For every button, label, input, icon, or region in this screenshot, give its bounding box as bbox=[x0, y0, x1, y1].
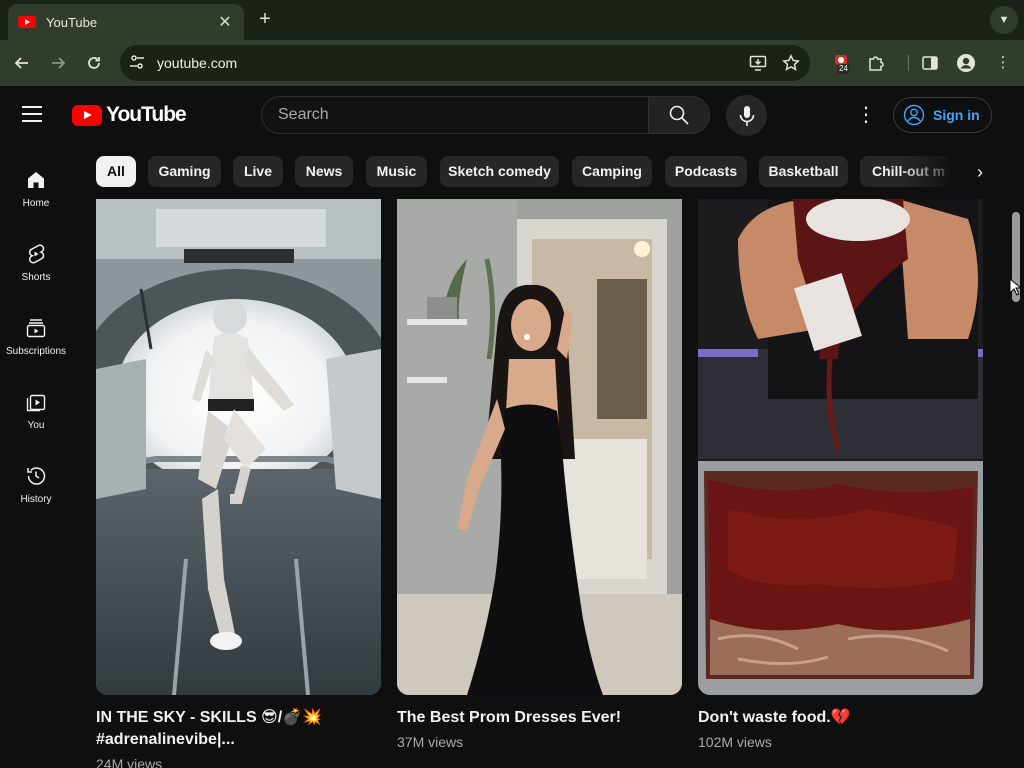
search-icon bbox=[669, 105, 689, 125]
sidebar-item-shorts[interactable]: Shorts bbox=[0, 234, 72, 298]
account-circle-icon bbox=[903, 104, 925, 126]
sidebar-item-home[interactable]: Home bbox=[0, 160, 72, 224]
back-arrow-icon[interactable] bbox=[8, 49, 36, 77]
short-views-2: 37M views bbox=[397, 734, 464, 750]
short-title-line: #adrenalinevibe|... bbox=[96, 731, 235, 748]
chip-music[interactable]: Music bbox=[366, 156, 427, 187]
youtube-logo[interactable]: YouTube bbox=[72, 103, 187, 126]
shorts-icon bbox=[28, 244, 45, 264]
you-icon bbox=[26, 394, 46, 412]
subscriptions-icon bbox=[26, 319, 46, 338]
short-thumbnail-1[interactable] bbox=[96, 199, 381, 695]
short-title-line: The Best Prom Dresses Ever! bbox=[397, 709, 622, 726]
search-input[interactable]: Search bbox=[261, 96, 649, 134]
chip-live[interactable]: Live bbox=[233, 156, 283, 187]
chip-podcasts[interactable]: Podcasts bbox=[665, 156, 747, 187]
reload-icon[interactable] bbox=[80, 49, 108, 77]
profile-avatar-icon[interactable] bbox=[953, 50, 979, 76]
sidebar-label: You bbox=[27, 420, 45, 431]
sidebar-label: History bbox=[20, 494, 52, 505]
home-icon bbox=[28, 172, 44, 188]
chevron-right-icon[interactable]: › bbox=[960, 150, 1000, 194]
bbq-pulled-pork-image bbox=[698, 199, 983, 695]
address-url[interactable]: youtube.com bbox=[157, 53, 237, 73]
new-tab-button[interactable]: + bbox=[254, 8, 276, 30]
skydiver-plane-image bbox=[96, 199, 381, 695]
chip-all[interactable]: All bbox=[96, 156, 136, 187]
side-panel-icon[interactable] bbox=[917, 50, 943, 76]
toolbar-divider bbox=[908, 55, 909, 71]
sidebar-label: Subscriptions bbox=[5, 346, 67, 357]
prom-dress-image bbox=[397, 199, 682, 695]
short-title-2[interactable]: The Best Prom Dresses Ever! bbox=[397, 707, 682, 729]
history-icon bbox=[27, 467, 46, 485]
chip-gaming[interactable]: Gaming bbox=[148, 156, 221, 187]
sidebar-label: Home bbox=[22, 198, 50, 209]
microphone-icon bbox=[739, 106, 755, 126]
sidebar-item-subscriptions[interactable]: Subscriptions bbox=[0, 308, 72, 372]
install-app-icon[interactable] bbox=[745, 50, 771, 76]
tab-close-icon[interactable]: ✕ bbox=[216, 12, 234, 32]
search-button[interactable] bbox=[648, 96, 710, 134]
sign-in-label: Sign in bbox=[933, 107, 980, 123]
chip-news[interactable]: News bbox=[295, 156, 353, 187]
settings-more-icon[interactable]: ⋮ bbox=[854, 103, 878, 127]
short-title-1[interactable]: IN THE SKY - SKILLS 😎/💣💥 #adrenalinevibe… bbox=[96, 707, 381, 751]
logo-text: YouTube bbox=[106, 103, 187, 126]
chip-sketch-comedy[interactable]: Sketch comedy bbox=[440, 156, 559, 187]
short-thumbnail-2[interactable] bbox=[397, 199, 682, 695]
short-views-3: 102M views bbox=[698, 734, 772, 750]
youtube-favicon-icon bbox=[18, 16, 36, 28]
browser-tab-youtube[interactable]: YouTube ✕ bbox=[8, 4, 244, 40]
extensions-puzzle-icon[interactable] bbox=[863, 50, 889, 76]
browser-tabstrip: YouTube ✕ + ▼ bbox=[0, 0, 1024, 40]
short-title-3[interactable]: Don't waste food.💔 bbox=[698, 707, 983, 729]
sidebar-item-you[interactable]: You bbox=[0, 382, 72, 446]
short-title-line: Don't waste food.💔 bbox=[698, 709, 851, 726]
forward-arrow-icon[interactable] bbox=[44, 49, 72, 77]
short-views-1: 24M views bbox=[96, 756, 163, 768]
chips-fade bbox=[900, 150, 960, 194]
tab-title: YouTube bbox=[46, 14, 98, 30]
browser-menu-icon[interactable]: ⋮ bbox=[990, 50, 1016, 76]
sidebar-label: Shorts bbox=[21, 272, 51, 283]
mouse-pointer-icon bbox=[1009, 278, 1021, 296]
extension-badge: 24 bbox=[837, 64, 850, 74]
chip-camping[interactable]: Camping bbox=[572, 156, 652, 187]
voice-search-button[interactable] bbox=[726, 95, 767, 136]
site-settings-icon[interactable] bbox=[128, 54, 146, 72]
guide-menu-icon[interactable] bbox=[22, 100, 50, 128]
short-thumbnail-3[interactable] bbox=[698, 199, 983, 695]
tab-search-button[interactable]: ▼ bbox=[990, 6, 1018, 34]
bookmark-star-icon[interactable] bbox=[778, 50, 804, 76]
short-title-line: IN THE SKY - SKILLS 😎/💣💥 bbox=[96, 709, 323, 726]
youtube-logo-icon bbox=[72, 104, 102, 126]
sign-in-button[interactable]: Sign in bbox=[893, 97, 992, 133]
chip-basketball[interactable]: Basketball bbox=[759, 156, 848, 187]
sidebar-item-history[interactable]: History bbox=[0, 456, 72, 520]
